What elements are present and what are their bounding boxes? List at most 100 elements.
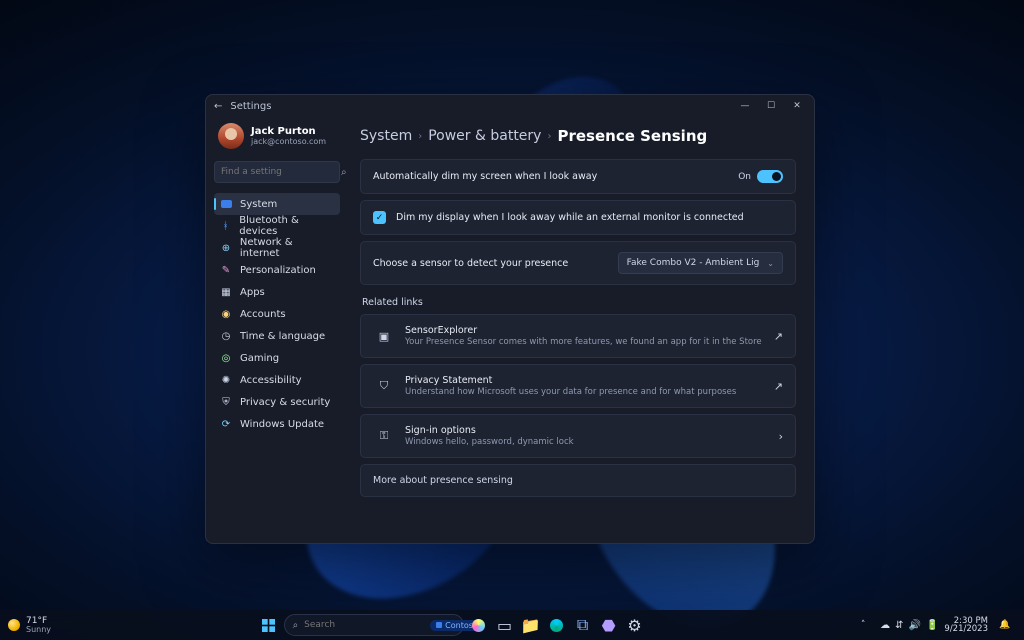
auto-dim-toggle[interactable]: On	[738, 170, 783, 183]
clock-date: 9/21/2023	[944, 625, 988, 634]
copilot-icon	[472, 619, 485, 632]
toggle-state: On	[738, 172, 751, 182]
main-pane: System › Power & battery › Presence Sens…	[346, 117, 814, 543]
sidebar-item-label: Windows Update	[240, 419, 324, 430]
taskbar-app-teams[interactable]: ⬣	[598, 614, 620, 636]
sidebar-item-bluetooth[interactable]: ᚼBluetooth & devices	[214, 215, 340, 237]
contoso-icon	[436, 622, 442, 628]
sidebar-item-label: Network & internet	[240, 237, 334, 259]
taskbar-clock[interactable]: 2:30 PM 9/21/2023	[944, 617, 988, 634]
open-external-icon: ↗	[774, 330, 783, 343]
chevron-right-icon: ›	[547, 131, 551, 142]
sidebar-item-label: Bluetooth & devices	[239, 215, 334, 237]
key-icon: ⚿	[373, 425, 395, 447]
setting-label: Automatically dim my screen when I look …	[373, 171, 728, 182]
chevron-down-icon: ⌄	[767, 259, 774, 268]
edge-icon	[550, 619, 563, 632]
chevron-right-icon: ›	[418, 131, 422, 142]
shield-icon: ⛉	[373, 375, 395, 397]
weather-desc: Sunny	[26, 626, 51, 634]
link-title: Privacy Statement	[405, 375, 764, 386]
copilot-button[interactable]	[468, 614, 490, 636]
link-subtitle: Understand how Microsoft uses your data …	[405, 387, 764, 397]
link-subtitle: Windows hello, password, dynamic lock	[405, 437, 769, 447]
system-icon	[221, 200, 232, 208]
gamepad-icon: ◎	[220, 352, 232, 364]
apps-icon: ▦	[220, 286, 232, 298]
related-links-heading: Related links	[362, 297, 796, 308]
setting-dim-external[interactable]: ✓ Dim my display when I look away while …	[360, 200, 796, 235]
close-button[interactable]: ✕	[788, 97, 806, 115]
settings-search[interactable]: ⌕	[214, 161, 340, 183]
sidebar-item-label: Personalization	[240, 265, 316, 276]
crumb-system[interactable]: System	[360, 128, 412, 144]
toggle-switch-icon	[757, 170, 783, 183]
clock-icon: ◷	[220, 330, 232, 342]
sidebar-item-label: Accessibility	[240, 375, 302, 386]
sidebar: Jack Purton jack@contoso.com ⌕ System ᚼB…	[206, 117, 346, 543]
sidebar-item-privacy[interactable]: ⛨Privacy & security	[214, 391, 340, 413]
sensor-select[interactable]: Fake Combo V2 - Ambient Lig ⌄	[618, 252, 783, 274]
setting-label: Dim my display when I look away while an…	[396, 212, 783, 223]
brush-icon: ✎	[220, 264, 232, 276]
settings-window: ← Settings — ☐ ✕ Jack Purton jack@contos…	[205, 94, 815, 544]
user-name: Jack Purton	[251, 126, 326, 137]
sidebar-item-time[interactable]: ◷ Time & language	[214, 325, 340, 347]
chevron-right-icon: ›	[779, 430, 783, 443]
notifications-button[interactable]: 🔔	[994, 614, 1016, 636]
sidebar-item-apps[interactable]: ▦ Apps	[214, 281, 340, 303]
wifi-icon: ⇵	[895, 620, 903, 631]
taskbar-weather[interactable]: 71°F Sunny	[8, 617, 51, 634]
checkbox-checked-icon[interactable]: ✓	[373, 211, 386, 224]
system-tray[interactable]: ☁ ⇵ 🔊 🔋	[880, 620, 938, 631]
volume-icon: 🔊	[909, 620, 921, 631]
sidebar-item-accounts[interactable]: ◉Accounts	[214, 303, 340, 325]
taskbar-app-explorer[interactable]: 📁	[520, 614, 542, 636]
titlebar: ← Settings — ☐ ✕	[206, 95, 814, 117]
sidebar-item-label: Privacy & security	[240, 397, 330, 408]
sidebar-item-network[interactable]: ⊕ Network & internet	[214, 237, 340, 259]
taskbar-app-edge[interactable]	[546, 614, 568, 636]
user-email: jack@contoso.com	[251, 137, 326, 146]
back-button[interactable]: ←	[214, 101, 222, 112]
search-icon: ⌕	[293, 620, 299, 631]
start-button[interactable]	[258, 614, 280, 636]
sidebar-item-label: Time & language	[240, 331, 325, 342]
sidebar-item-label: Apps	[240, 287, 265, 298]
link-title: Sign-in options	[405, 425, 769, 436]
taskbar-app-store[interactable]: ⧉	[572, 614, 594, 636]
taskbar-search-input[interactable]	[304, 620, 424, 630]
store-icon: ▣	[373, 325, 395, 347]
more-about-presence[interactable]: More about presence sensing	[360, 464, 796, 497]
sidebar-item-gaming[interactable]: ◎Gaming	[214, 347, 340, 369]
windows-logo-icon	[262, 619, 275, 632]
select-value: Fake Combo V2 - Ambient Lig	[627, 258, 760, 268]
related-privacy-statement[interactable]: ⛉ Privacy Statement Understand how Micro…	[360, 364, 796, 408]
app-title: Settings	[230, 101, 271, 112]
task-view-button[interactable]: ▭	[494, 614, 516, 636]
maximize-button[interactable]: ☐	[762, 97, 780, 115]
sidebar-item-system[interactable]: System	[214, 193, 340, 215]
profile[interactable]: Jack Purton jack@contoso.com	[214, 121, 340, 157]
sidebar-item-label: Accounts	[240, 309, 286, 320]
sidebar-item-personalization[interactable]: ✎ Personalization	[214, 259, 340, 281]
update-icon: ⟳	[220, 418, 232, 430]
open-external-icon: ↗	[774, 380, 783, 393]
avatar	[218, 123, 244, 149]
globe-icon: ⊕	[220, 242, 232, 254]
taskbar-app-settings[interactable]: ⚙	[624, 614, 646, 636]
sidebar-item-update[interactable]: ⟳ Windows Update	[214, 413, 340, 435]
teams-icon: ⬣	[602, 616, 616, 635]
crumb-power[interactable]: Power & battery	[428, 128, 541, 144]
link-title: SensorExplorer	[405, 325, 764, 336]
related-sensor-explorer[interactable]: ▣ SensorExplorer Your Presence Sensor co…	[360, 314, 796, 358]
related-signin-options[interactable]: ⚿ Sign-in options Windows hello, passwor…	[360, 414, 796, 458]
minimize-button[interactable]: —	[736, 97, 754, 115]
store-icon: ⧉	[577, 615, 588, 635]
tray-overflow[interactable]: ˄	[852, 614, 874, 636]
chevron-up-icon: ˄	[861, 620, 866, 630]
crumb-current: Presence Sensing	[557, 127, 707, 145]
taskbar-search[interactable]: ⌕ Contoso	[284, 614, 464, 636]
sidebar-item-accessibility[interactable]: ✺Accessibility	[214, 369, 340, 391]
settings-search-input[interactable]	[221, 167, 341, 177]
